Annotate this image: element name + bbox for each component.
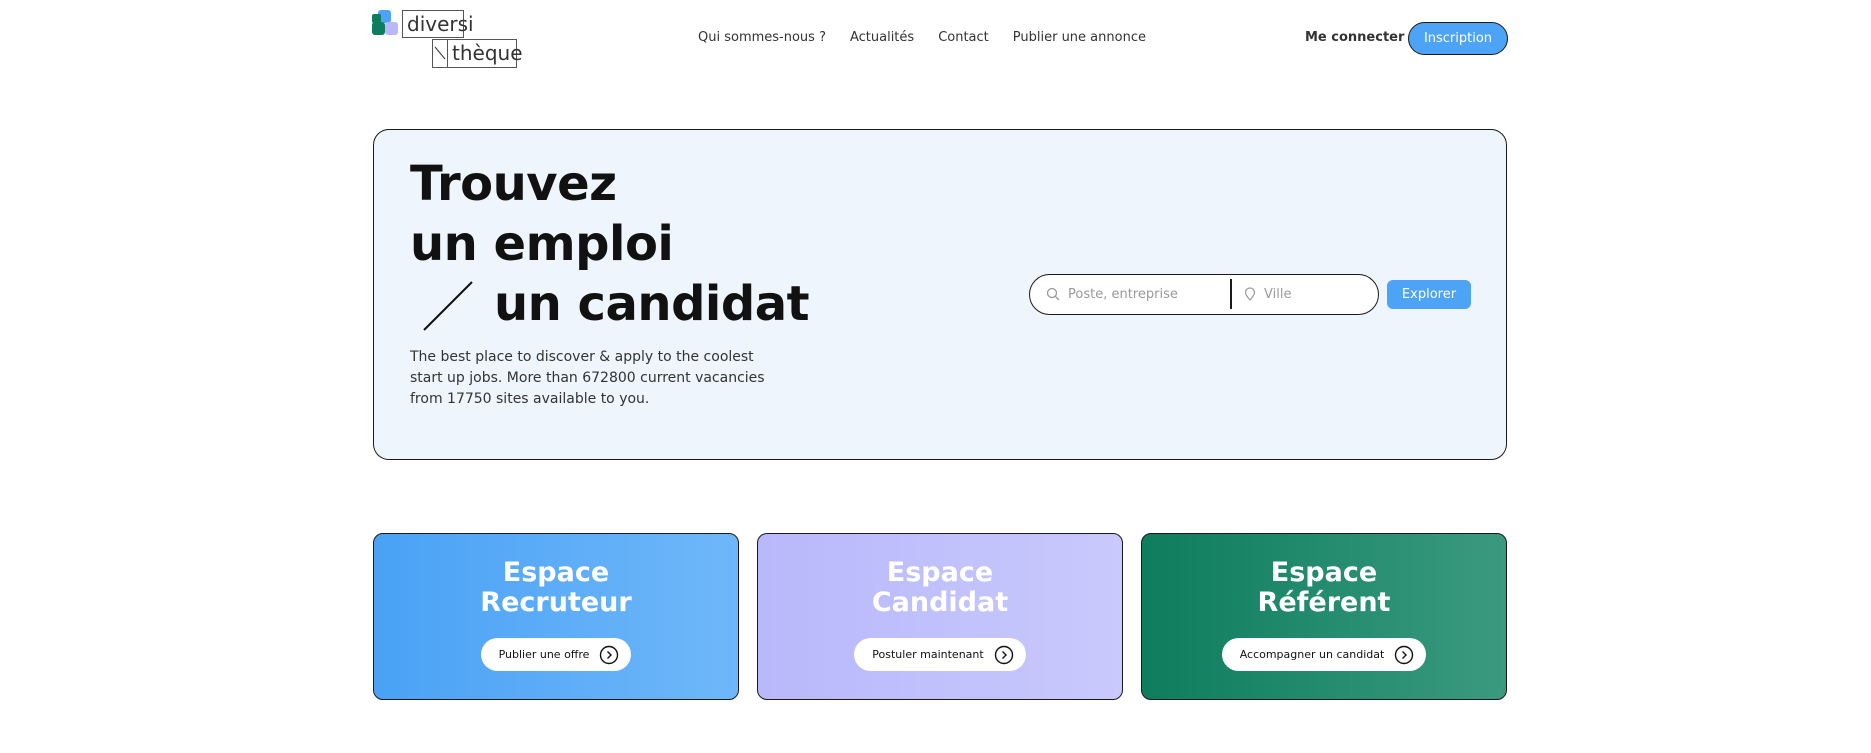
location-pin-icon [1244, 287, 1256, 301]
logo-slash-icon [434, 46, 446, 60]
nav-item-news[interactable]: Actualités [850, 30, 914, 45]
apply-now-label: Postuler maintenant [872, 648, 984, 661]
hero-title-line3: un candidat [494, 276, 810, 332]
city-search-placeholder: Ville [1264, 286, 1292, 302]
search-bar: Poste, entreprise Ville [1029, 274, 1379, 315]
support-candidate-label: Accompagner un candidat [1239, 648, 1385, 661]
card-referent-title-line2: Référent [1257, 587, 1391, 618]
apply-now-button[interactable]: Postuler maintenant [854, 638, 1026, 671]
hero-section: Trouvez un emploi un candidat The best p… [373, 129, 1507, 460]
card-recruteur-title-line2: Recruteur [480, 587, 632, 618]
city-search-field[interactable]: Ville [1244, 275, 1291, 313]
hero-title-line1: Trouvez [410, 156, 617, 212]
chevron-right-circle-icon [600, 645, 619, 664]
publish-offer-label: Publier une offre [498, 648, 590, 661]
card-candidat: Espace Candidat Postuler maintenant [757, 533, 1123, 700]
signup-button[interactable]: Inscription [1408, 22, 1508, 55]
nav-item-post-ad[interactable]: Publier une annonce [1013, 30, 1146, 45]
job-search-field[interactable]: Poste, entreprise [1046, 275, 1178, 313]
hero-title-line2: un emploi [410, 216, 674, 272]
card-referent-title: Espace Référent [1258, 558, 1391, 618]
login-link[interactable]: Me connecter [1305, 30, 1404, 45]
logo-square-purple [385, 22, 398, 35]
card-referent-title-line1: Espace [1270, 557, 1378, 588]
support-candidate-button[interactable]: Accompagner un candidat [1221, 638, 1427, 671]
publish-offer-button[interactable]: Publier une offre [480, 638, 632, 671]
hero-title-line3-wrapper: un candidat [410, 274, 810, 334]
nav-item-about[interactable]: Qui sommes-nous ? [698, 30, 826, 45]
logo-text-part2-label: thèque [452, 41, 523, 65]
card-referent: Espace Référent Accompagner un candidat [1141, 533, 1507, 700]
main-nav: Qui sommes-nous ? Actualités Contact Pub… [698, 30, 1146, 45]
chevron-right-circle-icon [994, 645, 1013, 664]
card-candidat-title-line1: Espace [886, 557, 994, 588]
card-recruteur: Espace Recruteur Publier une offre [373, 533, 739, 700]
hero-description: The best place to discover & apply to th… [410, 349, 765, 407]
card-recruteur-title: Espace Recruteur [480, 558, 631, 618]
card-candidat-title: Espace Candidat [872, 558, 1008, 618]
card-recruteur-title-line1: Espace [502, 557, 610, 588]
search-icon [1046, 287, 1060, 301]
logo-slash-box [432, 39, 448, 68]
hero-title: Trouvez un emploi un candidat [410, 154, 810, 334]
logo[interactable]: diversi thèque [372, 10, 523, 68]
job-search-placeholder: Poste, entreprise [1068, 286, 1178, 302]
slash-icon [423, 281, 473, 331]
logo-text-part1: diversi [402, 10, 474, 38]
chevron-right-circle-icon [1395, 645, 1414, 664]
card-candidat-title-line2: Candidat [871, 587, 1009, 618]
logo-square-green [372, 22, 385, 35]
explore-button[interactable]: Explorer [1387, 280, 1471, 309]
search-divider [1230, 279, 1232, 309]
site-header: diversi thèque Qui sommes-nous ? Actuali… [0, 0, 1871, 80]
nav-item-contact[interactable]: Contact [938, 30, 989, 45]
